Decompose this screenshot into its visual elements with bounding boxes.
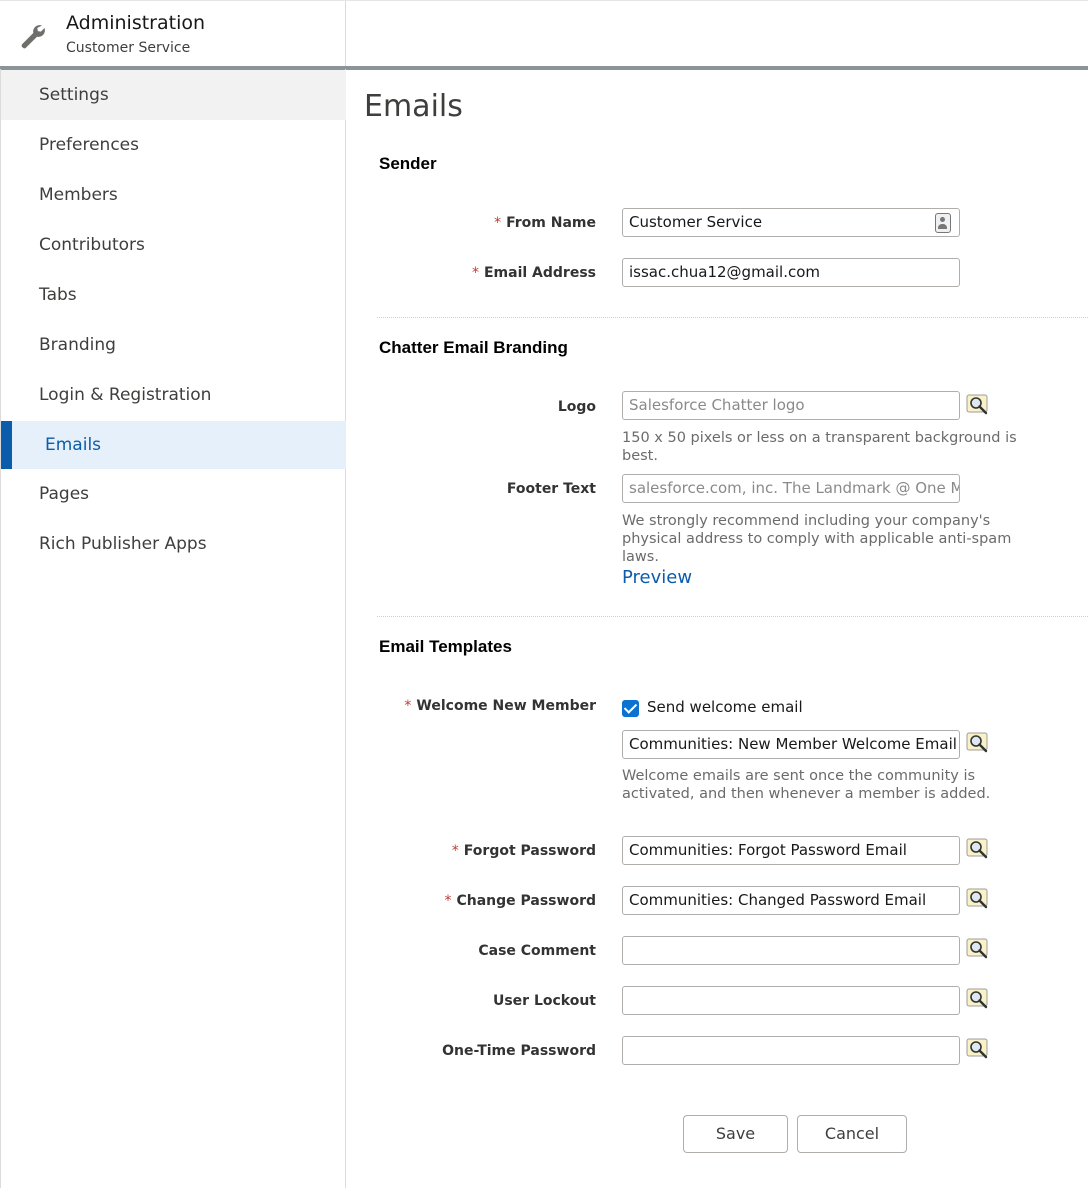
- sidebar-item-rich-publisher-apps[interactable]: Rich Publisher Apps: [1, 519, 346, 569]
- case-comment-input[interactable]: [622, 936, 960, 965]
- footer-text-input[interactable]: salesforce.com, inc. The Landmark @ One …: [622, 474, 960, 503]
- lookup-search-icon[interactable]: [966, 838, 990, 862]
- footer-text-label: Footer Text: [506, 481, 596, 497]
- section-title-branding: Chatter Email Branding: [379, 338, 568, 357]
- logo-input[interactable]: Salesforce Chatter logo: [622, 391, 960, 420]
- one-time-password-input[interactable]: [622, 1036, 960, 1065]
- change-password-input[interactable]: Communities: Changed Password Email: [622, 886, 960, 915]
- required-marker: *: [494, 215, 502, 231]
- lookup-search-icon[interactable]: [966, 888, 990, 912]
- header: Administration Customer Service: [0, 0, 1088, 70]
- app-header-left: Administration Customer Service: [0, 1, 346, 67]
- welcome-new-member-label: * Welcome New Member: [404, 698, 596, 714]
- wrench-icon: [21, 25, 45, 49]
- sidebar-item-contributors[interactable]: Contributors: [1, 220, 346, 270]
- save-button[interactable]: Save: [683, 1115, 788, 1153]
- sidebar-item-tabs[interactable]: Tabs: [1, 270, 346, 320]
- required-marker: *: [444, 893, 452, 909]
- app-subtitle: Customer Service: [66, 40, 191, 56]
- welcome-template-input[interactable]: Communities: New Member Welcome Email: [622, 730, 960, 759]
- cancel-button[interactable]: Cancel: [797, 1115, 907, 1153]
- lookup-search-icon[interactable]: [966, 988, 990, 1012]
- sidebar-item-emails[interactable]: Emails: [1, 421, 346, 469]
- forgot-password-label: * Forgot Password: [451, 843, 596, 859]
- user-lockout-label: User Lockout: [492, 993, 596, 1009]
- footer-text-hint: We strongly recommend including your com…: [622, 513, 1012, 565]
- main-content: Emails Sender * From Name Customer Servic…: [346, 69, 1088, 1188]
- required-marker: *: [471, 265, 479, 281]
- section-divider: [377, 317, 1088, 318]
- email-address-label: * Email Address: [471, 265, 596, 281]
- sidebar: Settings Preferences Members Contributor…: [0, 69, 346, 1188]
- required-marker: *: [451, 843, 459, 859]
- from-name-label: * From Name: [494, 215, 596, 231]
- sidebar-item-settings[interactable]: Settings: [1, 70, 346, 120]
- logo-hint: 150 x 50 pixels or less on a transparent…: [622, 430, 1017, 464]
- section-title-email-templates: Email Templates: [379, 637, 512, 656]
- from-name-input[interactable]: Customer Service: [622, 208, 960, 237]
- section-title-sender: Sender: [379, 154, 437, 173]
- sidebar-item-pages[interactable]: Pages: [1, 469, 346, 519]
- sidebar-item-preferences[interactable]: Preferences: [1, 120, 346, 170]
- sidebar-item-members[interactable]: Members: [1, 170, 346, 220]
- preview-link[interactable]: Preview: [622, 567, 692, 588]
- email-address-input[interactable]: issac.chua12@gmail.com: [622, 258, 960, 287]
- page-title: Emails: [364, 89, 463, 124]
- send-welcome-email-checkbox[interactable]: [622, 700, 639, 717]
- send-welcome-email-label[interactable]: Send welcome email: [647, 698, 803, 716]
- page: Administration Customer Service Settings…: [0, 0, 1088, 1188]
- change-password-label: * Change Password: [444, 893, 596, 909]
- lookup-search-icon[interactable]: [966, 394, 990, 418]
- user-lockout-input[interactable]: [622, 986, 960, 1015]
- lookup-search-icon[interactable]: [966, 1038, 990, 1062]
- lookup-search-icon[interactable]: [966, 938, 990, 962]
- required-marker: *: [404, 698, 412, 714]
- contact-card-icon[interactable]: [935, 213, 951, 233]
- logo-label: Logo: [557, 399, 596, 415]
- forgot-password-input[interactable]: Communities: Forgot Password Email: [622, 836, 960, 865]
- app-title: Administration: [66, 12, 206, 34]
- case-comment-label: Case Comment: [478, 943, 596, 959]
- lookup-search-icon[interactable]: [966, 732, 990, 756]
- one-time-password-label: One-Time Password: [442, 1043, 596, 1059]
- sidebar-item-branding[interactable]: Branding: [1, 320, 346, 370]
- welcome-hint: Welcome emails are sent once the communi…: [622, 768, 991, 802]
- section-divider: [377, 616, 1088, 617]
- sidebar-item-login-registration[interactable]: Login & Registration: [1, 370, 346, 420]
